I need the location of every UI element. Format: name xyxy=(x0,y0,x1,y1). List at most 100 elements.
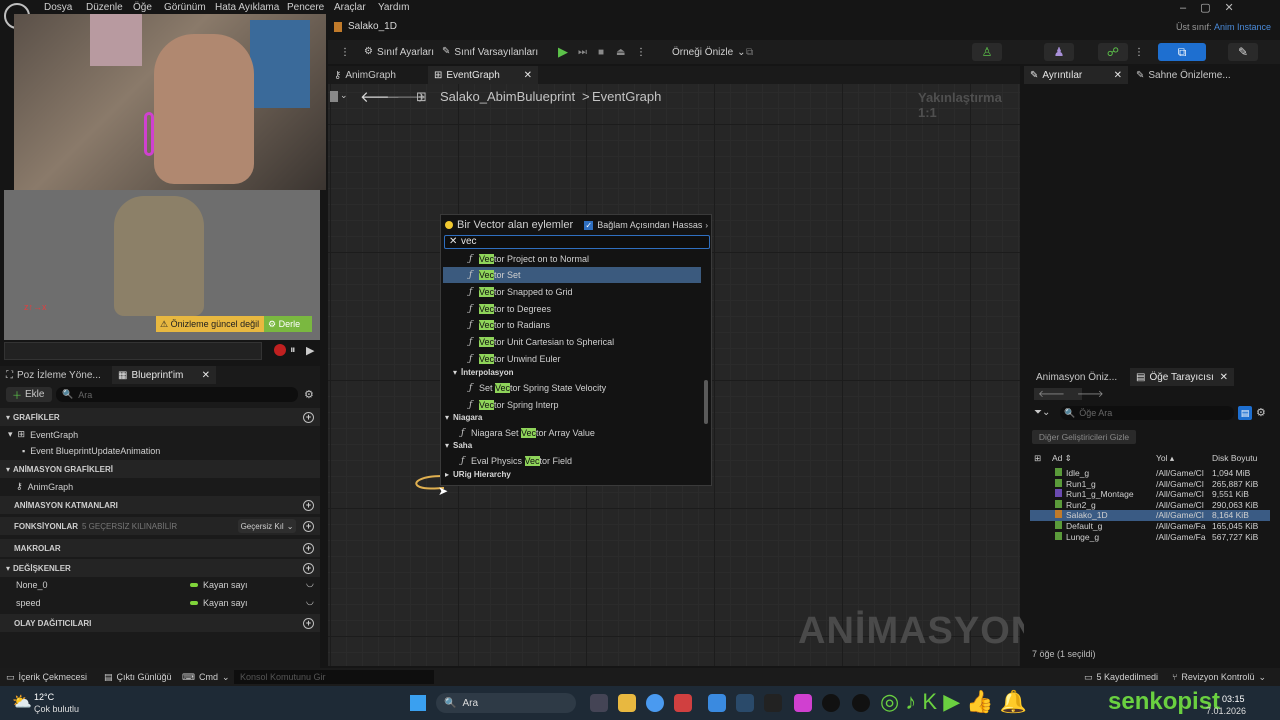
add-variable-icon[interactable]: + xyxy=(303,562,314,574)
menu-view[interactable]: Görünüm xyxy=(164,2,206,13)
filter-icon[interactable]: ⏷⌄ xyxy=(1034,407,1050,418)
tab-my-blueprint[interactable]: ▦ Blueprint'im ✕ xyxy=(112,366,216,384)
context-sensitive-checkbox[interactable]: ✓ xyxy=(584,220,594,230)
debug-filter-icon[interactable]: ⧉ xyxy=(746,43,753,61)
eye-icon[interactable]: ◡ xyxy=(306,596,314,607)
clear-icon[interactable]: ✕ xyxy=(449,236,457,247)
asset-title[interactable]: Salako_1D xyxy=(348,21,397,32)
task-view-icon[interactable] xyxy=(590,694,608,712)
section-graphs[interactable]: ▾ GRAFİKLER + xyxy=(0,408,320,426)
add-dispatcher-icon[interactable]: + xyxy=(303,617,314,629)
content-drawer-button[interactable]: ▭ İçerik Çekmecesi xyxy=(6,672,87,683)
gear-icon[interactable]: ⚙ xyxy=(304,388,314,401)
physics-mode-icon[interactable]: ✎ xyxy=(1228,43,1258,61)
list-item[interactable]: ƒ Vector to Radians xyxy=(443,317,701,333)
tab-anim-preview[interactable]: Animasyon Öniz... xyxy=(1030,368,1123,386)
column-name[interactable]: Ad ⇕ xyxy=(1052,453,1072,464)
play-icon[interactable]: ▶ xyxy=(558,43,568,61)
step-icon[interactable]: ⏭ xyxy=(578,43,587,61)
variable-row[interactable]: speed xyxy=(16,598,41,608)
tree-animgraph[interactable]: ⚷ AnimGraph xyxy=(16,481,73,492)
breadcrumb-graph[interactable]: EventGraph xyxy=(592,89,661,104)
table-row[interactable]: Default_g/All/Game/Fa 165,045 KiB xyxy=(1030,521,1270,532)
menu-asset[interactable]: Öğe xyxy=(133,2,152,13)
chevron-right-icon[interactable]: › xyxy=(705,221,708,230)
tab-animgraph[interactable]: ⚷ AnimGraph xyxy=(328,66,402,84)
list-item[interactable]: ƒ Vector to Degrees xyxy=(443,301,701,317)
list-item[interactable]: ƒ Set Vector Spring State Velocity xyxy=(443,380,701,396)
action-search-input[interactable]: ✕ vec xyxy=(444,235,710,249)
list-item[interactable]: ƒ Vector Snapped to Grid xyxy=(443,284,701,300)
skeleton-mode-icon[interactable]: ♙ xyxy=(972,43,1002,61)
tree-eventgraph[interactable]: ▾ ⊞ EventGraph xyxy=(8,429,78,440)
back-arrow-icon[interactable]: 🡐 xyxy=(1038,388,1065,400)
variable-type[interactable]: Kayan sayı xyxy=(190,580,248,590)
asset-search-input[interactable]: 🔍 Öğe Ara xyxy=(1060,406,1234,420)
table-row[interactable]: Lunge_g/All/Game/Fa 567,727 KiB xyxy=(1030,532,1270,543)
section-anim-graphs[interactable]: ▾ ANİMASYON GRAFİKLERİ xyxy=(0,460,320,478)
menu-window[interactable]: Pencere xyxy=(287,2,324,13)
section-macros[interactable]: MAKROLAR + xyxy=(0,539,320,557)
table-row[interactable]: Run2_g/All/Game/Cl 290,063 KiB xyxy=(1030,500,1270,511)
section-dispatchers[interactable]: OLAY DAĞITICILARI + xyxy=(0,614,320,632)
output-log-button[interactable]: ▤ Çıktı Günlüğü xyxy=(104,672,172,683)
record-icon[interactable] xyxy=(274,344,286,356)
section-anim-layers[interactable]: ANİMASYON KATMANLARI + xyxy=(0,496,320,514)
list-item[interactable]: ƒ Vector Spring Interp xyxy=(443,397,701,413)
tab-details[interactable]: ✎ Ayrıntılar ✕ xyxy=(1024,66,1128,84)
tab-asset-browser[interactable]: ▤ Öğe Tarayıcısı ✕ xyxy=(1130,368,1234,386)
table-row[interactable]: Idle_g/All/Game/Cl 1,094 MiB xyxy=(1030,468,1270,479)
file-explorer-icon[interactable] xyxy=(618,694,636,712)
tab-pose-watch[interactable]: ⛶ Poz İzleme Yöne... xyxy=(0,366,107,384)
override-dropdown[interactable]: Geçersiz Kıl ⌄ xyxy=(238,519,296,533)
toolbar-overflow-icon[interactable]: ⋮ xyxy=(340,43,350,61)
table-row[interactable]: Run1_g/All/Game/Cl 265,887 KiB xyxy=(1030,479,1270,490)
hide-other-devs-button[interactable]: Diğer Geliştiricileri Gizle xyxy=(1032,430,1136,444)
unreal-engine-icon[interactable] xyxy=(852,694,870,712)
table-row[interactable]: Salako_1D/All/Game/Cl 8,164 KiB xyxy=(1030,510,1270,521)
category-niagara[interactable]: ▾ Niagara xyxy=(445,413,482,422)
forward-arrow-icon[interactable]: 🡒 xyxy=(1077,388,1104,400)
stop-icon[interactable]: ■ xyxy=(598,43,604,61)
tree-event-update[interactable]: ▪ Event BlueprintUpdateAnimation xyxy=(22,446,160,456)
play-icon[interactable]: ▶ xyxy=(306,344,314,357)
add-function-icon[interactable]: + xyxy=(303,520,314,532)
variable-row[interactable]: None_0 xyxy=(16,580,48,590)
app-icon[interactable] xyxy=(674,694,692,712)
category-urig[interactable]: ▸ URig Hierarchy xyxy=(445,470,511,479)
bookmark-icon[interactable] xyxy=(330,91,338,102)
close-icon[interactable]: ✕ xyxy=(1114,70,1122,81)
action-list-scrollbar[interactable] xyxy=(704,380,708,424)
menu-help[interactable]: Yardım xyxy=(378,2,410,13)
steam-icon[interactable] xyxy=(736,694,754,712)
console-input[interactable]: Konsol Komutunu Gir xyxy=(234,670,434,684)
taskbar-search[interactable]: 🔍 Ara xyxy=(436,693,576,713)
add-layer-icon[interactable]: + xyxy=(303,499,314,511)
pause-icon[interactable]: ⏸ xyxy=(290,344,296,357)
list-item[interactable]: ƒ Vector Set xyxy=(443,267,701,283)
chevron-down-icon[interactable]: ⌄ xyxy=(340,90,348,101)
list-item[interactable]: ƒ Eval Physics Vector Field xyxy=(443,453,701,469)
app-icon[interactable] xyxy=(794,694,812,712)
add-graph-icon[interactable]: + xyxy=(303,411,314,423)
close-icon[interactable]: ✕ xyxy=(524,70,532,81)
class-settings-button[interactable]: ⚙ Sınıf Ayarları xyxy=(364,43,434,61)
preview-viewport[interactable]: z↑→x ⚠ Önizleme güncel değil ⚙ Derle xyxy=(4,190,320,340)
section-variables[interactable]: ▾ DEĞİŞKENLER + xyxy=(0,559,320,577)
list-item[interactable]: ƒ Vector Unit Cartesian to Spherical xyxy=(443,334,701,350)
menu-debug[interactable]: Hata Ayıklama xyxy=(215,2,279,13)
menu-file[interactable]: Dosya xyxy=(44,2,72,13)
mesh-mode-icon[interactable]: ♟ xyxy=(1044,43,1074,61)
list-item[interactable]: ƒ Vector Unwind Euler xyxy=(443,351,701,367)
close-icon[interactable]: ✕ xyxy=(1220,372,1228,383)
parent-class-link[interactable]: Anim Instance xyxy=(1214,22,1271,32)
unsaved-button[interactable]: ▭ 5 Kaydedilmedi xyxy=(1084,672,1158,683)
list-item[interactable]: ƒ Vector Project on to Normal xyxy=(443,251,701,267)
section-functions[interactable]: FONKSİYONLAR 5 GEÇERSİZ KILINABİLİR Geçer… xyxy=(0,517,320,535)
tab-eventgraph[interactable]: ⊞ EventGraph ✕ xyxy=(428,66,538,84)
add-button[interactable]: ＋ Ekle xyxy=(6,387,52,402)
timeline-bar[interactable] xyxy=(4,342,262,360)
column-size[interactable]: Disk Boyutu xyxy=(1212,453,1257,463)
play-options-icon[interactable]: ⋮ xyxy=(636,43,646,61)
breadcrumb-blueprint[interactable]: Salako_AbimBulueprint xyxy=(440,89,575,104)
